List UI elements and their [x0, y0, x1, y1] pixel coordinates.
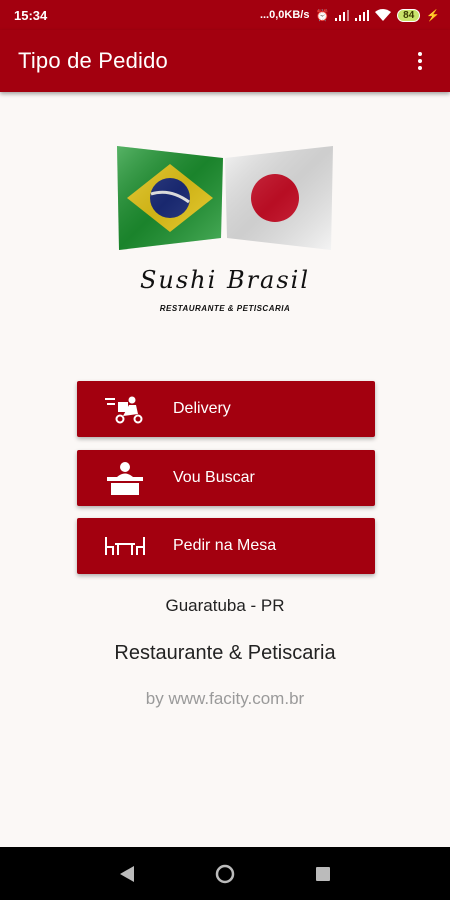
- overflow-menu-icon[interactable]: [408, 46, 432, 76]
- alarm-icon: ⏰: [315, 9, 330, 22]
- charging-icon: ⚡: [426, 9, 440, 22]
- delivery-label: Delivery: [173, 400, 231, 417]
- delivery-scooter-icon: [77, 381, 173, 437]
- battery-icon: 84: [397, 8, 421, 22]
- page-title: Tipo de Pedido: [18, 48, 168, 73]
- home-icon[interactable]: [211, 860, 239, 888]
- status-time: 15:34: [14, 7, 48, 23]
- app-bar: Tipo de Pedido: [0, 30, 450, 92]
- signal-icon: [335, 9, 350, 21]
- brazil-japan-flags-logo: [117, 146, 333, 250]
- city-label: Guaratuba - PR: [165, 596, 285, 615]
- delivery-button[interactable]: Delivery: [77, 381, 375, 437]
- pickup-label: Vou Buscar: [173, 469, 255, 486]
- wifi-icon: [375, 9, 392, 21]
- recents-icon[interactable]: [309, 860, 337, 888]
- pickup-counter-icon: [77, 450, 173, 506]
- byline-link[interactable]: by www.facity.com.br: [0, 689, 450, 709]
- tagline: Restaurante & Petiscaria: [114, 642, 336, 664]
- table-order-label: Pedir na Mesa: [173, 537, 277, 554]
- status-icons: ...0,0KB/s ⏰ 84 ⚡: [259, 8, 440, 22]
- signal-icon-2: [355, 9, 370, 21]
- pickup-button[interactable]: Vou Buscar: [77, 450, 375, 506]
- table-chairs-icon: [77, 518, 173, 574]
- status-bar: 15:34 ...0,0KB/s ⏰ 84 ⚡: [0, 0, 450, 30]
- brand-subtitle: RESTAURANTE & PETISCARIA: [159, 304, 291, 313]
- network-speed: ...0,0KB/s: [259, 9, 310, 21]
- system-nav-bar: [0, 847, 450, 900]
- back-icon[interactable]: [113, 860, 141, 888]
- brand-name: Sushi Brasil: [139, 266, 311, 294]
- table-order-button[interactable]: Pedir na Mesa: [77, 518, 375, 574]
